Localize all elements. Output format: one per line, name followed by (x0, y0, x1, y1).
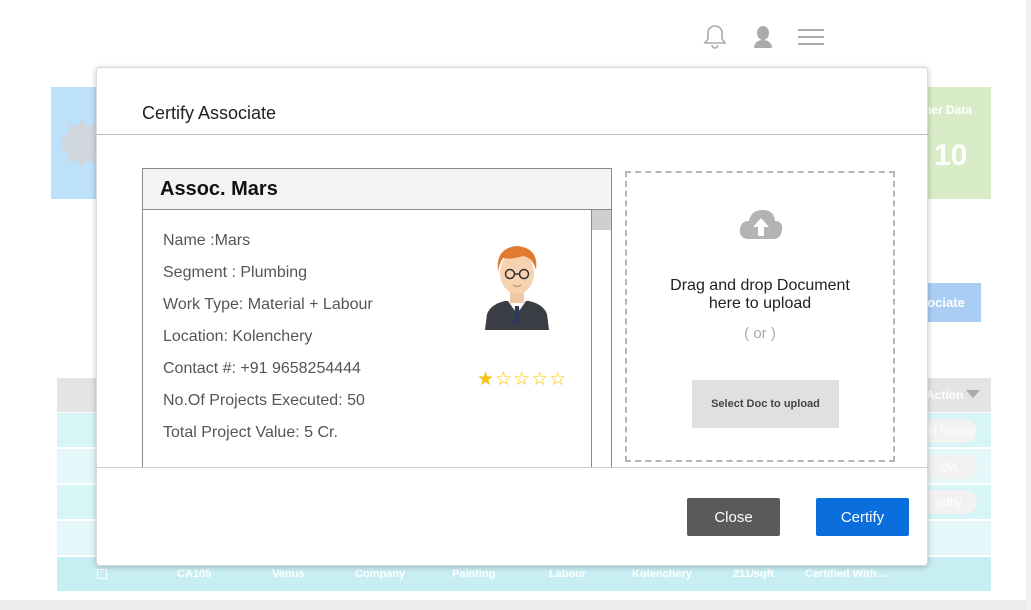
detail-work-type: Work Type: Material + Labour (163, 296, 373, 313)
scrollbar-thumb[interactable] (592, 210, 611, 230)
stat-card-value: 10 (934, 139, 968, 172)
row-checkbox[interactable] (97, 569, 107, 579)
associate-card: Assoc. Mars Name :Mars Segment : Plumbin… (142, 168, 612, 468)
table-cell: Painting (452, 568, 496, 580)
detail-segment: Segment : Plumbing (163, 264, 308, 281)
topbar-icons (700, 22, 826, 52)
star-filled-icon[interactable]: ★ (477, 370, 494, 389)
table-cell: Company (355, 568, 406, 580)
stat-card-right: her Data 10 (918, 87, 991, 199)
certify-button[interactable]: Certify (816, 498, 909, 536)
close-button[interactable]: Close (687, 498, 780, 536)
star-empty-icon[interactable]: ☆ (549, 370, 566, 389)
detail-projects-executed: No.Of Projects Executed: 50 (163, 392, 365, 409)
modal-header-divider (97, 134, 929, 135)
dropzone-text-line1: Drag and drop Document (670, 277, 850, 294)
table-cell: Labour (549, 568, 587, 580)
details-scrollbar[interactable] (591, 210, 611, 467)
select-doc-button[interactable]: Select Doc to upload (692, 380, 839, 428)
detail-contact: Contact #: +91 9658254444 (163, 360, 361, 377)
user-icon[interactable] (748, 22, 778, 52)
avatar (485, 246, 549, 330)
cloud-upload-icon (739, 210, 783, 239)
dropzone-text-line2: here to upload (708, 295, 812, 312)
certify-associate-modal: Certify Associate Assoc. Mars Name :Mars… (96, 67, 929, 566)
associate-details-panel: Name :Mars Segment : Plumbing Work Type:… (143, 210, 611, 467)
document-dropzone[interactable]: Drag and drop Document here to upload ( … (625, 171, 895, 462)
modal-title: Certify Associate (142, 103, 277, 123)
or-separator: ( or ) (744, 325, 776, 342)
hamburger-menu-icon[interactable] (796, 22, 826, 52)
qa-button[interactable]: QA (921, 455, 977, 479)
bottom-strip (0, 600, 1031, 610)
page-scrollbar[interactable] (1026, 0, 1031, 610)
table-cell: Venus (272, 568, 305, 580)
action-sort-caret-icon[interactable] (966, 390, 980, 398)
detail-name: Name :Mars (163, 232, 251, 249)
table-cell: CA105 (177, 568, 212, 580)
detail-project-value: Total Project Value: 5 Cr. (163, 424, 338, 441)
table-cell: Certified With… (805, 568, 888, 580)
dropzone-text: Drag and drop Document here to upload (627, 277, 893, 313)
table-cell: 211/sqft (733, 568, 774, 580)
bell-icon[interactable] (700, 22, 730, 52)
associate-name-header: Assoc. Mars (143, 169, 611, 210)
action-column-header: Action (926, 388, 964, 402)
star-empty-icon[interactable]: ☆ (495, 370, 512, 389)
certify-row-button[interactable]: ertify (921, 490, 977, 514)
table-cell: Kolenchery (632, 568, 692, 580)
star-empty-icon[interactable]: ☆ (513, 370, 530, 389)
rating-stars[interactable]: ★ ☆ ☆ ☆ ☆ (477, 370, 566, 389)
detail-location: Location: Kolenchery (163, 328, 313, 345)
stat-card-title: her Data (924, 103, 973, 117)
star-empty-icon[interactable]: ☆ (531, 370, 548, 389)
add-rating-button[interactable]: dd Rating (921, 419, 977, 443)
modal-footer-divider (97, 467, 929, 468)
